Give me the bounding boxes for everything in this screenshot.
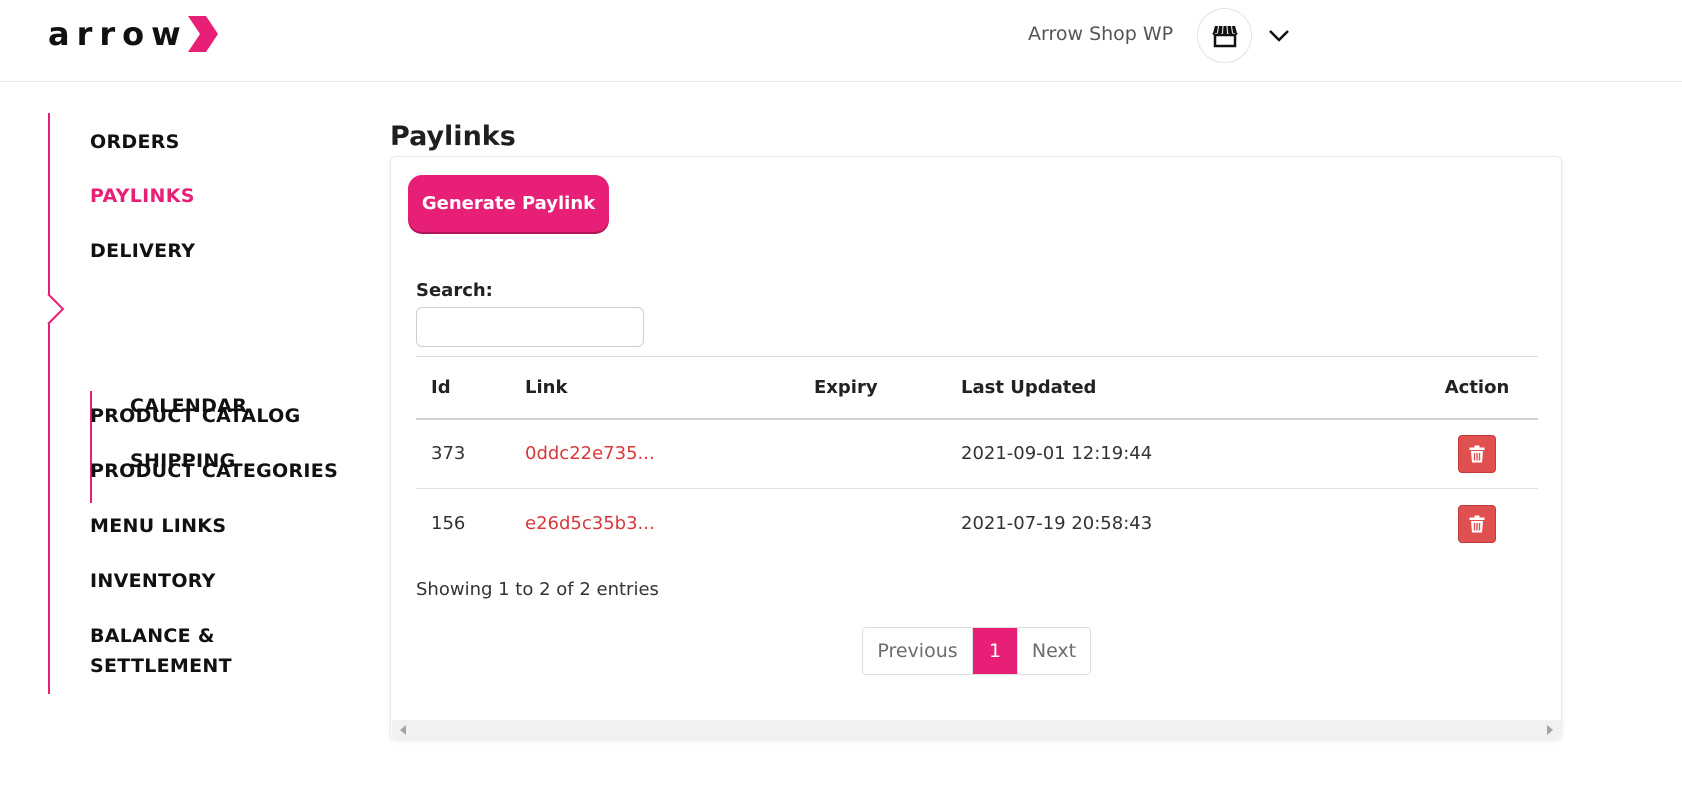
cell-id: 156 [431, 513, 466, 535]
search-label: Search: [416, 280, 493, 301]
sidebar-item-balance-settlement[interactable]: BALANCE & SETTLEMENT [90, 621, 232, 681]
store-glyph [1211, 25, 1238, 47]
cell-action [1416, 418, 1538, 489]
pagination: Previous 1 Next [862, 627, 1091, 675]
sidebar-item-inventory[interactable]: INVENTORY [90, 566, 216, 596]
sidebar-item-orders[interactable]: ORDERS [90, 127, 180, 157]
shop-name[interactable]: Arrow Shop WP [1028, 22, 1173, 46]
paylinks-table: Id Link Expiry Last Updated Action 373 0… [416, 356, 1538, 559]
cell-last-updated: 2021-07-19 20:58:43 [961, 513, 1153, 535]
scroll-left-icon[interactable] [400, 725, 406, 735]
balance-line-2: SETTLEMENT [90, 655, 232, 677]
table-row: 156 e26d5c35b3... 2021-07-19 20:58:43 [416, 489, 1538, 559]
cell-expiry [799, 418, 946, 489]
col-link[interactable]: Link [510, 356, 799, 420]
sidebar-item-delivery[interactable]: DELIVERY [90, 236, 195, 266]
sidebar-item-product-categories[interactable]: PRODUCT CATEGORIES [90, 456, 338, 486]
pagination-page-current[interactable]: 1 [973, 628, 1017, 674]
logo-text: arrow [48, 15, 188, 53]
scroll-right-icon[interactable] [1547, 725, 1553, 735]
paylink-link[interactable]: 0ddc22e735... [510, 418, 799, 489]
search-input[interactable] [416, 307, 644, 347]
cell-id: 373 [416, 418, 510, 489]
chevron-down-icon[interactable] [1268, 26, 1290, 44]
cell-expiry [799, 489, 946, 559]
col-id[interactable]: Id [416, 356, 510, 420]
active-indicator-icon [47, 293, 65, 325]
pagination-previous[interactable]: Previous [863, 628, 973, 674]
paylink-link[interactable]: e26d5c35b3... [510, 489, 799, 559]
table-header-row: Id Link Expiry Last Updated Action [416, 356, 1538, 420]
store-icon[interactable] [1197, 8, 1252, 63]
trash-icon [1469, 445, 1485, 463]
delete-button[interactable] [1458, 434, 1496, 473]
horizontal-scrollbar[interactable] [392, 720, 1561, 739]
col-expiry[interactable]: Expiry [799, 356, 946, 420]
cell-last-updated: 2021-09-01 12:19:44 [946, 418, 1416, 489]
delete-button[interactable] [1458, 504, 1496, 543]
col-last-updated[interactable]: Last Updated [946, 356, 1416, 420]
pagination-next[interactable]: Next [1017, 628, 1090, 674]
trash-icon [1469, 515, 1485, 533]
sidebar-item-paylinks[interactable]: PAYLINKS [90, 181, 195, 211]
cell-action [1416, 489, 1538, 559]
generate-paylink-button[interactable]: Generate Paylink [408, 175, 609, 232]
sidebar-item-product-catalog[interactable]: PRODUCT CATALOG [90, 401, 300, 431]
balance-line-1: BALANCE & [90, 625, 215, 647]
page-title: Paylinks [390, 121, 516, 152]
col-action: Action [1416, 356, 1538, 420]
brand-logo[interactable]: arrow [48, 16, 222, 52]
entries-info: Showing 1 to 2 of 2 entries [416, 579, 659, 600]
top-header: arrow Arrow Shop WP [0, 0, 1682, 82]
sidebar-nav: ORDERS PAYLINKS DELIVERY CALENDAR SHIPPI… [47, 113, 348, 694]
sidebar-item-menu-links[interactable]: MENU LINKS [90, 511, 226, 541]
logo-arrow-icon [187, 16, 218, 52]
table-row: 373 0ddc22e735... 2021-09-01 12:19:44 [416, 418, 1538, 489]
paylinks-card: Generate Paylink Search: Id Link Expiry … [390, 156, 1562, 740]
